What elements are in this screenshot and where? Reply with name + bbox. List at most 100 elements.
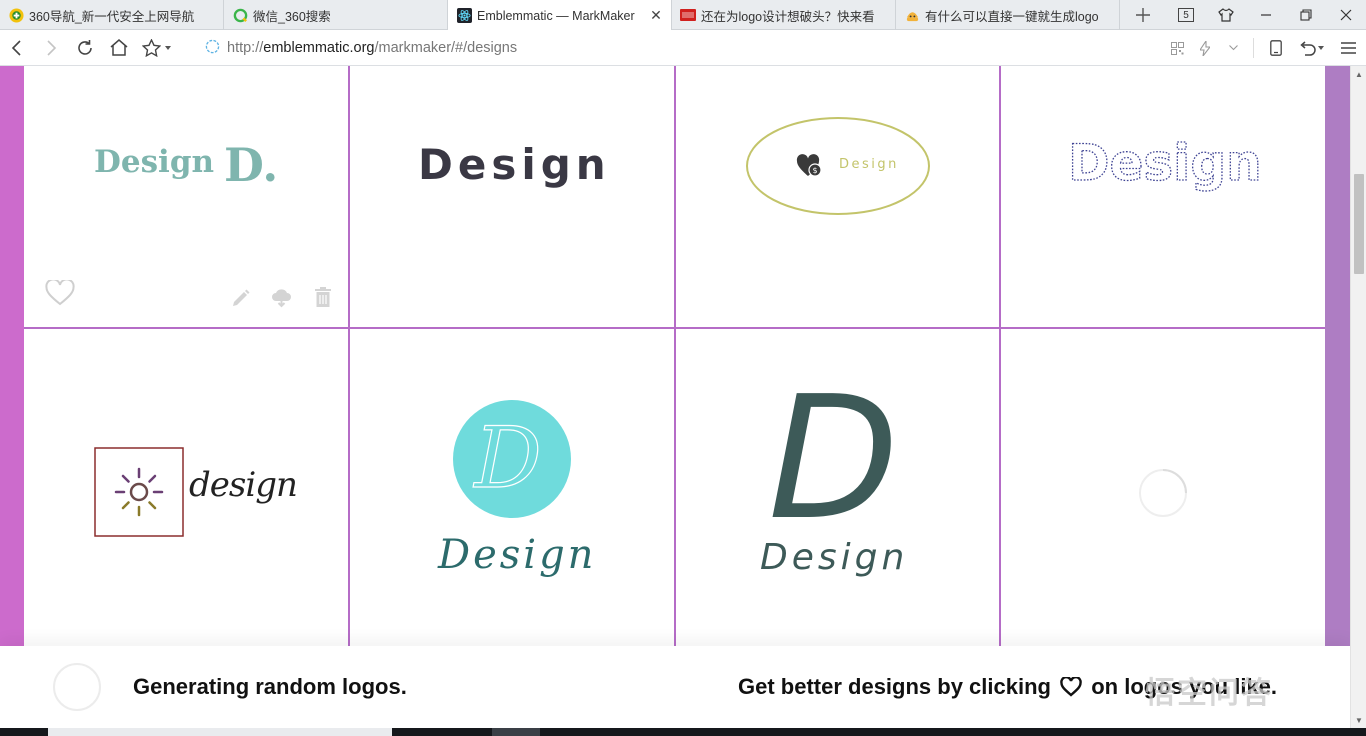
favorites-button[interactable] [136, 30, 176, 66]
qr-code-icon [1170, 41, 1184, 55]
undo-icon [1299, 40, 1316, 56]
tab-count-button[interactable]: 5 [1166, 0, 1206, 30]
logo-card-1[interactable]: Design D. [24, 66, 348, 327]
logo-card-7[interactable]: D Design [676, 329, 999, 646]
dropdown-caret-icon [1317, 46, 1324, 50]
logo-wordmark: design [189, 465, 298, 505]
plus-icon [1136, 8, 1150, 22]
wukong-icon [904, 7, 920, 23]
ellipse-badge [746, 117, 930, 215]
heart-money-icon: $ [796, 154, 822, 177]
grid-divider [24, 327, 1325, 329]
logo-monogram: D. [224, 138, 279, 192]
hamburger-menu-icon [1340, 42, 1356, 54]
close-icon [1340, 9, 1352, 21]
reading-mode-button[interactable] [1260, 30, 1292, 66]
logo-monogram: D [768, 360, 899, 558]
toolbar-separator [1253, 38, 1254, 58]
scrollbar-thumb[interactable] [1354, 174, 1364, 274]
logo-card-4[interactable]: Design [1001, 66, 1325, 327]
shirt-icon [1218, 8, 1234, 22]
tab-emblemmatic[interactable]: Emblemmatic — MarkMaker ✕ [448, 0, 672, 31]
undo-close-button[interactable] [1292, 30, 1330, 66]
loading-spinner-icon [53, 663, 101, 711]
minimize-icon [1261, 14, 1271, 16]
logo-wordmark: Design [94, 144, 215, 180]
logo-card-6[interactable]: D Design [350, 329, 674, 646]
close-window-button[interactable] [1326, 0, 1366, 30]
heart-outline-icon [45, 278, 75, 306]
url-path: /markmaker/#/designs [374, 40, 518, 56]
edit-button[interactable] [231, 289, 250, 313]
tab-wechat-search[interactable]: 微信_360搜索 [224, 0, 448, 30]
trash-icon [315, 287, 331, 307]
right-color-stripe [1325, 66, 1350, 646]
home-icon [110, 39, 128, 56]
qr-code-button[interactable] [1163, 30, 1191, 66]
logo-card-5[interactable]: design [24, 329, 348, 646]
navigation-toolbar: http://emblemmatic.org/markmaker/#/desig… [0, 30, 1366, 66]
reload-button[interactable] [68, 30, 102, 66]
svg-text:$: $ [812, 166, 817, 175]
url-scheme: http:// [227, 40, 264, 56]
url-dropdown-button[interactable] [1219, 30, 1247, 66]
star-icon [141, 38, 161, 57]
logo-wordmark: Design [1068, 134, 1262, 192]
logo-wordmark: Design [438, 532, 597, 578]
dropdown-caret-icon [164, 45, 171, 50]
grid-divider [674, 66, 676, 646]
tablet-icon [1270, 40, 1282, 56]
generating-message: Generating random logos. [133, 674, 407, 699]
tab-count-badge: 5 [1178, 8, 1194, 22]
back-button[interactable] [0, 30, 34, 66]
home-button[interactable] [102, 30, 136, 66]
toolbar-right [1163, 30, 1366, 66]
hint-text-before: Get better designs by clicking [738, 674, 1051, 699]
tab-logo-article[interactable]: 还在为logo设计想破头？快来看 [672, 0, 896, 30]
tab-360-navigation[interactable]: 360导航_新一代安全上网导航 [0, 0, 224, 30]
logo-card-8-loading [1001, 329, 1325, 646]
page-viewport: Design D. Design $ Design Design design … [0, 66, 1350, 728]
chevron-down-icon [1228, 45, 1238, 51]
taskbar-search-box[interactable] [48, 728, 392, 736]
window-controls: 5 [1166, 0, 1366, 30]
reload-icon [78, 39, 92, 55]
logo-card-2[interactable]: Design [350, 66, 674, 327]
scroll-down-arrow-icon[interactable]: ▼ [1351, 712, 1366, 728]
360-logo-icon [8, 7, 24, 23]
main-menu-button[interactable] [1330, 30, 1366, 66]
back-arrow-icon [11, 39, 21, 56]
new-tab-button[interactable] [1120, 0, 1166, 30]
dotted-wordmark: Design [1068, 133, 1262, 192]
forward-button[interactable] [34, 30, 68, 66]
restore-icon [1300, 9, 1312, 21]
url-host: emblemmatic.org [263, 40, 375, 56]
logo-card-3[interactable]: $ Design [676, 66, 999, 327]
grid-divider [348, 66, 350, 646]
tab-title: 微信_360搜索 [253, 9, 331, 24]
vertical-scrollbar[interactable]: ▲ ▼ [1350, 66, 1366, 728]
download-button[interactable] [271, 288, 292, 313]
wukong-watermark: 悟空问答 [1145, 677, 1273, 710]
close-tab-icon[interactable]: ✕ [649, 7, 663, 24]
cloud-download-icon [272, 289, 291, 308]
tab-title: 有什么可以直接一键就生成logo [925, 9, 1099, 24]
status-banner: Generating random logos. Get better desi… [0, 646, 1350, 728]
favorite-button[interactable] [45, 278, 75, 311]
360-search-icon [232, 7, 248, 23]
speed-mode-button[interactable] [1191, 30, 1219, 66]
tab-title: Emblemmatic — MarkMaker [477, 8, 635, 23]
address-bar[interactable]: http://emblemmatic.org/markmaker/#/desig… [205, 30, 517, 66]
forward-arrow-icon [47, 39, 57, 56]
skin-button[interactable] [1206, 0, 1246, 30]
minimize-button[interactable] [1246, 0, 1286, 30]
logo-wordmark: Design [760, 537, 909, 578]
scroll-up-arrow-icon[interactable]: ▲ [1351, 66, 1366, 82]
tab-title: 360导航_新一代安全上网导航 [29, 9, 195, 24]
taskbar-app-button[interactable] [492, 728, 540, 736]
logo-wordmark: Design [418, 140, 611, 189]
tab-logo-generator-question[interactable]: 有什么可以直接一键就生成logo [896, 0, 1120, 30]
restore-button[interactable] [1286, 0, 1326, 30]
loading-spinner-icon [1139, 469, 1187, 517]
delete-button[interactable] [315, 287, 331, 312]
